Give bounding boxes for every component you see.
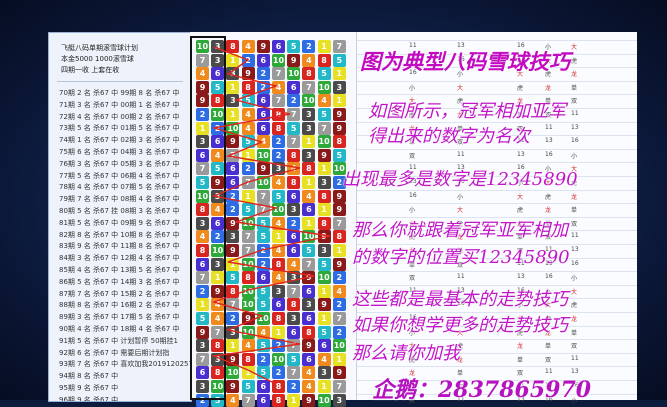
overlay-line-1: 如图所示，冠军相加亚军	[368, 101, 566, 122]
overlay-line-5: 的数字的位置买12345890	[352, 247, 570, 268]
overlay-title: 图为典型八码雪球技巧	[360, 49, 570, 74]
overlay-line-4: 那么你就跟着冠军亚军相加	[352, 220, 568, 241]
overlay-line-7: 如果你想学更多的走势技巧	[352, 315, 568, 336]
contact-number: 企鹅：2837865970	[372, 377, 592, 403]
overlay-line-8: 那么请你加我	[352, 343, 460, 364]
overlay-line-2: 得出来的数字为名次	[368, 126, 530, 147]
overlay-line-6: 这些都是最基本的走势技巧	[352, 289, 568, 310]
overlay-line-3: 出现最多是数字是12345890	[342, 169, 578, 190]
